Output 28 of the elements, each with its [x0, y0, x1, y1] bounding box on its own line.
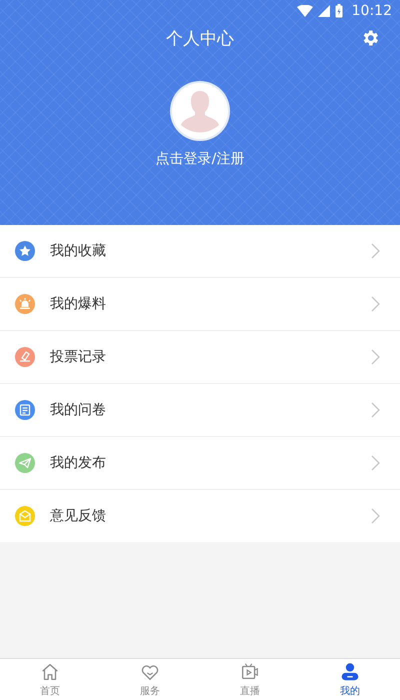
menu-label: 我的问卷 — [50, 401, 107, 419]
menu-label: 我的收藏 — [50, 242, 107, 260]
chevron-icon — [371, 455, 380, 471]
chevron-icon — [371, 243, 380, 259]
page-title: 个人中心 — [166, 28, 234, 50]
menu-item[interactable]: 我的问卷 — [0, 384, 400, 437]
menu-item[interactable]: 我的爆料 — [0, 278, 400, 331]
signal-icon — [318, 5, 330, 17]
chevron-icon — [371, 349, 380, 365]
tab-label[interactable]: 直播 — [240, 684, 260, 698]
menu-label: 投票记录 — [50, 348, 107, 366]
menu-item[interactable]: 我的发布 — [0, 437, 400, 490]
status-time: 10:12 — [352, 3, 392, 19]
menu-item[interactable]: 投票记录 — [0, 331, 400, 384]
menu-label: 意见反馈 — [50, 507, 107, 525]
login-link[interactable]: 点击登录/注册 — [156, 150, 244, 168]
wifi-icon — [296, 5, 313, 17]
menu-label: 我的发布 — [50, 454, 107, 472]
avatar[interactable] — [170, 81, 230, 141]
person-icon[interactable] — [339, 661, 361, 683]
chevron-icon — [371, 508, 380, 524]
battery-icon — [334, 4, 343, 18]
chevron-icon — [371, 296, 380, 312]
tab-label[interactable]: 我的 — [340, 684, 360, 698]
chevron-icon — [371, 402, 380, 418]
menu-item[interactable]: 意见反馈 — [0, 490, 400, 542]
menu-label: 我的爆料 — [50, 295, 107, 313]
menu-item[interactable]: 我的收藏 — [0, 225, 400, 278]
